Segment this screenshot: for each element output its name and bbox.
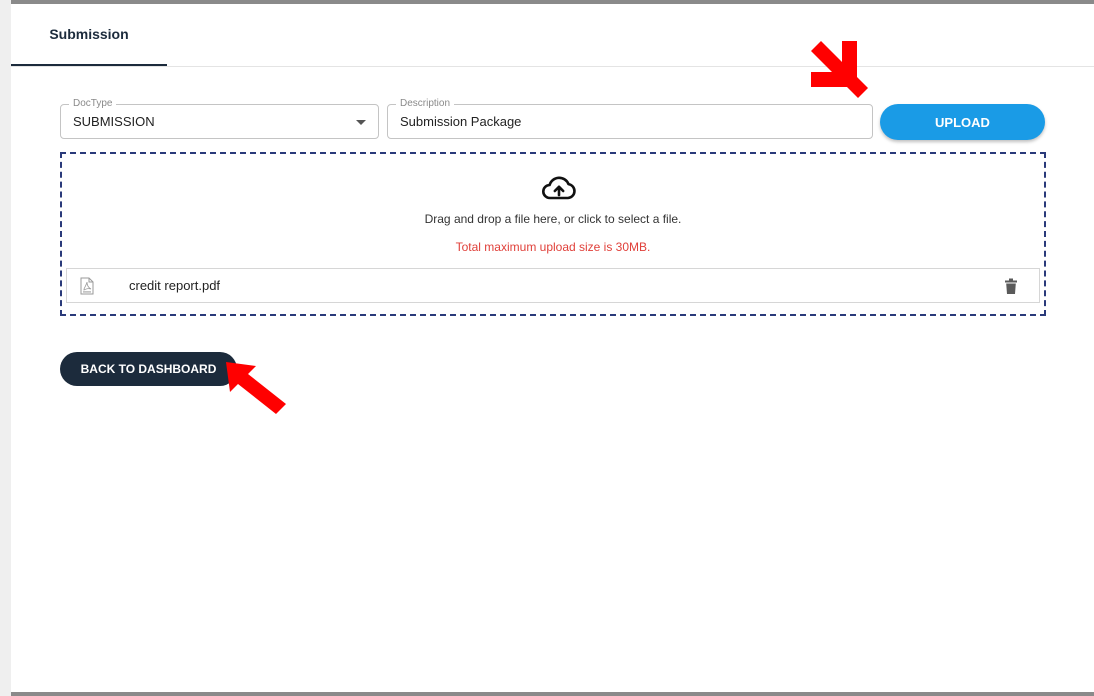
annotation-arrow-icon — [811, 41, 868, 98]
annotation-arrow-icon — [226, 362, 286, 414]
description-field[interactable]: Description Submission Package — [387, 97, 873, 139]
tab-submission[interactable]: Submission — [11, 4, 167, 66]
cloud-upload-icon — [542, 176, 576, 200]
doctype-value: SUBMISSION — [73, 114, 155, 129]
file-dropzone[interactable]: Drag and drop a file here, or click to s… — [60, 152, 1046, 316]
back-to-dashboard-button[interactable]: BACK TO DASHBOARD — [60, 352, 237, 386]
description-legend: Description — [396, 97, 455, 111]
doctype-legend: DocType — [69, 97, 117, 111]
file-list-item: credit report.pdf — [66, 268, 1040, 303]
submission-panel: Submission DocType SUBMISSION Descriptio… — [11, 4, 1094, 692]
chevron-down-icon[interactable] — [356, 120, 366, 125]
upload-limit-text: Total maximum upload size is 30MB. — [455, 240, 651, 254]
file-name: credit report.pdf — [129, 278, 221, 293]
background-strip — [0, 0, 11, 696]
pdf-file-icon — [80, 277, 94, 295]
upload-button[interactable]: UPLOAD — [880, 104, 1045, 140]
doctype-select[interactable]: DocType SUBMISSION — [60, 97, 379, 139]
trash-icon[interactable] — [1005, 278, 1017, 294]
dropzone-instruction: Drag and drop a file here, or click to s… — [424, 212, 682, 226]
tab-bar: Submission — [11, 4, 1094, 67]
description-value[interactable]: Submission Package — [400, 114, 521, 129]
